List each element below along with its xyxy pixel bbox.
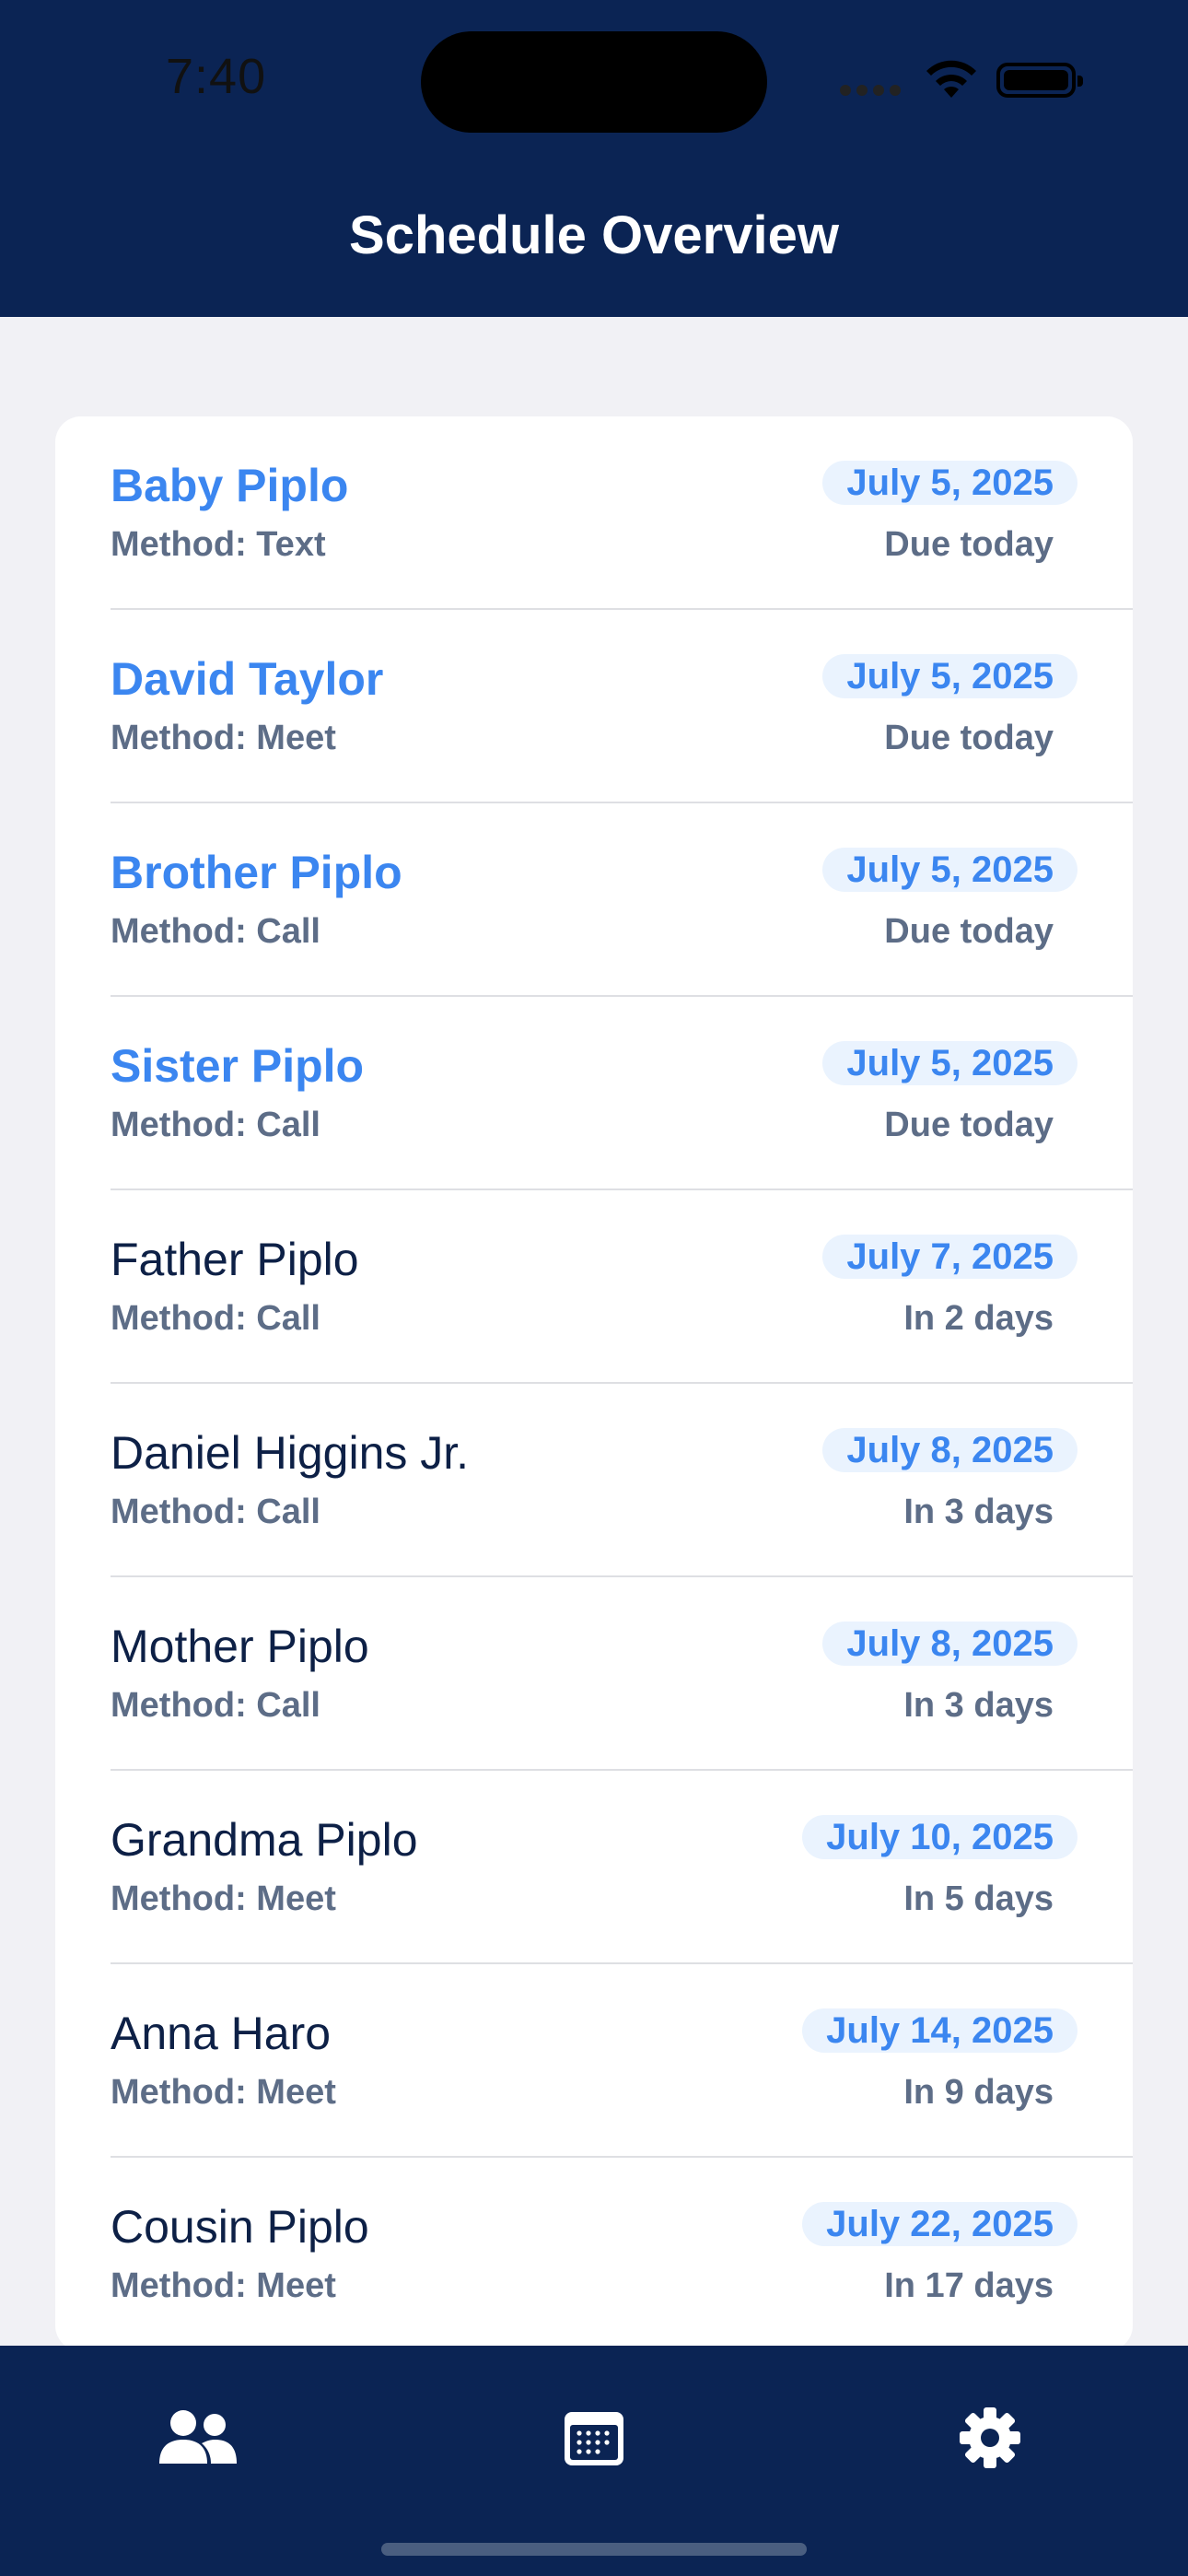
contact-method: Method: Call [111, 1686, 320, 1725]
relative-due: Due today [884, 1106, 1054, 1144]
contact-name: Mother Piplo [111, 1621, 369, 1672]
list-item[interactable]: Mother Piplo Method: Call July 8, 2025 I… [55, 1577, 1133, 1771]
dynamic-island [421, 31, 767, 133]
contact-name: David Taylor [111, 653, 384, 705]
list-item[interactable]: Brother Piplo Method: Call July 5, 2025 … [55, 803, 1133, 997]
cellular-signal-icon [840, 85, 901, 96]
contact-method: Method: Meet [111, 1879, 336, 1918]
contact-name: Daniel Higgins Jr. [111, 1427, 470, 1479]
relative-due: Due today [884, 525, 1054, 564]
contact-method: Method: Call [111, 1106, 320, 1144]
date-badge: July 7, 2025 [822, 1235, 1077, 1279]
contact-method: Method: Meet [111, 719, 336, 757]
tab-calendar[interactable] [539, 2383, 649, 2493]
date-badge: July 5, 2025 [822, 1041, 1077, 1085]
page-title: Schedule Overview [349, 205, 839, 265]
date-badge: July 22, 2025 [802, 2202, 1077, 2246]
list-item[interactable]: Father Piplo Method: Call July 7, 2025 I… [55, 1190, 1133, 1384]
date-badge: July 8, 2025 [822, 1428, 1077, 1472]
contact-method: Method: Call [111, 1493, 320, 1531]
relative-due: In 3 days [903, 1493, 1054, 1531]
header: 7:40 Schedule Overview [0, 0, 1188, 317]
tab-contacts[interactable] [143, 2383, 253, 2493]
gear-icon [960, 2407, 1020, 2468]
contact-method: Method: Meet [111, 2266, 336, 2305]
battery-icon [996, 63, 1083, 98]
list-item[interactable]: Daniel Higgins Jr. Method: Call July 8, … [55, 1384, 1133, 1577]
list-item[interactable]: Sister Piplo Method: Call July 5, 2025 D… [55, 997, 1133, 1190]
relative-due: Due today [884, 912, 1054, 951]
contact-method: Method: Call [111, 1299, 320, 1338]
tab-bar [0, 2346, 1188, 2576]
relative-due: In 17 days [884, 2266, 1054, 2305]
relative-due: In 3 days [903, 1686, 1054, 1725]
contact-method: Method: Text [111, 525, 326, 564]
list-item[interactable]: Baby Piplo Method: Text July 5, 2025 Due… [55, 416, 1133, 610]
contact-name: Brother Piplo [111, 847, 402, 898]
contact-name: Baby Piplo [111, 460, 349, 511]
contact-method: Method: Meet [111, 2073, 336, 2112]
home-indicator [381, 2543, 807, 2556]
relative-due: In 9 days [903, 2073, 1054, 2112]
people-icon [159, 2410, 237, 2464]
contact-name: Sister Piplo [111, 1040, 365, 1092]
relative-due: In 5 days [903, 1879, 1054, 1918]
status-icons [840, 57, 1089, 103]
date-badge: July 5, 2025 [822, 654, 1077, 698]
list-item[interactable]: Anna Haro Method: Meet July 14, 2025 In … [55, 1964, 1133, 2158]
date-badge: July 5, 2025 [822, 461, 1077, 505]
status-time: 7:40 [166, 49, 267, 104]
tab-settings[interactable] [935, 2383, 1045, 2493]
list-item[interactable]: Grandma Piplo Method: Meet July 10, 2025… [55, 1771, 1133, 1964]
wifi-icon [926, 60, 976, 98]
relative-due: In 2 days [903, 1299, 1054, 1338]
contact-name: Anna Haro [111, 2008, 332, 2059]
date-badge: July 14, 2025 [802, 2008, 1077, 2053]
schedule-list: Baby Piplo Method: Text July 5, 2025 Due… [55, 416, 1133, 2351]
list-item[interactable]: David Taylor Method: Meet July 5, 2025 D… [55, 610, 1133, 803]
list-item[interactable]: Cousin Piplo Method: Meet July 22, 2025 … [55, 2158, 1133, 2351]
contact-name: Grandma Piplo [111, 1814, 418, 1866]
relative-due: Due today [884, 719, 1054, 757]
calendar-icon [565, 2412, 623, 2465]
contact-name: Cousin Piplo [111, 2201, 369, 2253]
date-badge: July 10, 2025 [802, 1815, 1077, 1859]
date-badge: July 5, 2025 [822, 848, 1077, 892]
contact-name: Father Piplo [111, 1234, 359, 1285]
contact-method: Method: Call [111, 912, 320, 951]
date-badge: July 8, 2025 [822, 1622, 1077, 1666]
